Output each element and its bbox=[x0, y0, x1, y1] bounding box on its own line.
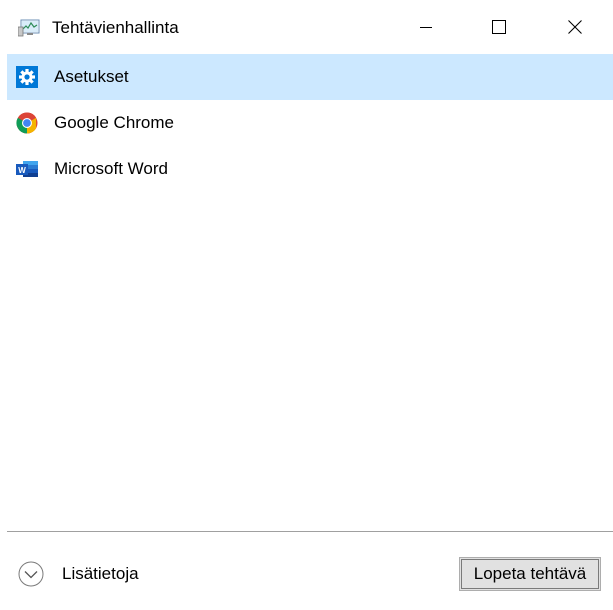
app-item-label: Google Chrome bbox=[54, 113, 175, 132]
settings-gear-icon bbox=[16, 66, 38, 88]
close-button[interactable] bbox=[552, 0, 598, 54]
chevron-down-icon bbox=[18, 561, 44, 587]
maximize-icon bbox=[492, 20, 506, 34]
title-bar[interactable]: Tehtävienhallinta bbox=[0, 0, 613, 54]
end-task-button[interactable]: Lopeta tehtävä bbox=[459, 557, 601, 591]
window-title: Tehtävienhallinta bbox=[52, 18, 179, 37]
minimize-button[interactable] bbox=[403, 0, 449, 54]
app-item-label: Microsoft Word bbox=[54, 159, 168, 178]
app-list: Asetukset Google Chrome W Microsoft Word bbox=[7, 54, 613, 192]
more-details-label: Lisätietoja bbox=[62, 564, 139, 583]
app-item-chrome[interactable]: Google Chrome bbox=[7, 100, 613, 146]
app-item-word[interactable]: W Microsoft Word bbox=[7, 146, 613, 192]
chrome-icon bbox=[16, 112, 38, 134]
svg-text:W: W bbox=[18, 166, 26, 175]
maximize-button[interactable] bbox=[476, 0, 522, 54]
word-icon: W bbox=[16, 161, 38, 177]
close-icon bbox=[568, 20, 582, 34]
minimize-icon bbox=[420, 27, 432, 28]
task-manager-icon bbox=[18, 19, 40, 37]
app-item-settings[interactable]: Asetukset bbox=[7, 54, 613, 100]
footer-divider bbox=[7, 531, 613, 532]
more-details-toggle[interactable]: Lisätietoja bbox=[18, 561, 139, 587]
app-item-label: Asetukset bbox=[54, 67, 129, 86]
task-manager-window: Tehtävienhallinta Asetukset Google Chrom… bbox=[0, 0, 613, 610]
